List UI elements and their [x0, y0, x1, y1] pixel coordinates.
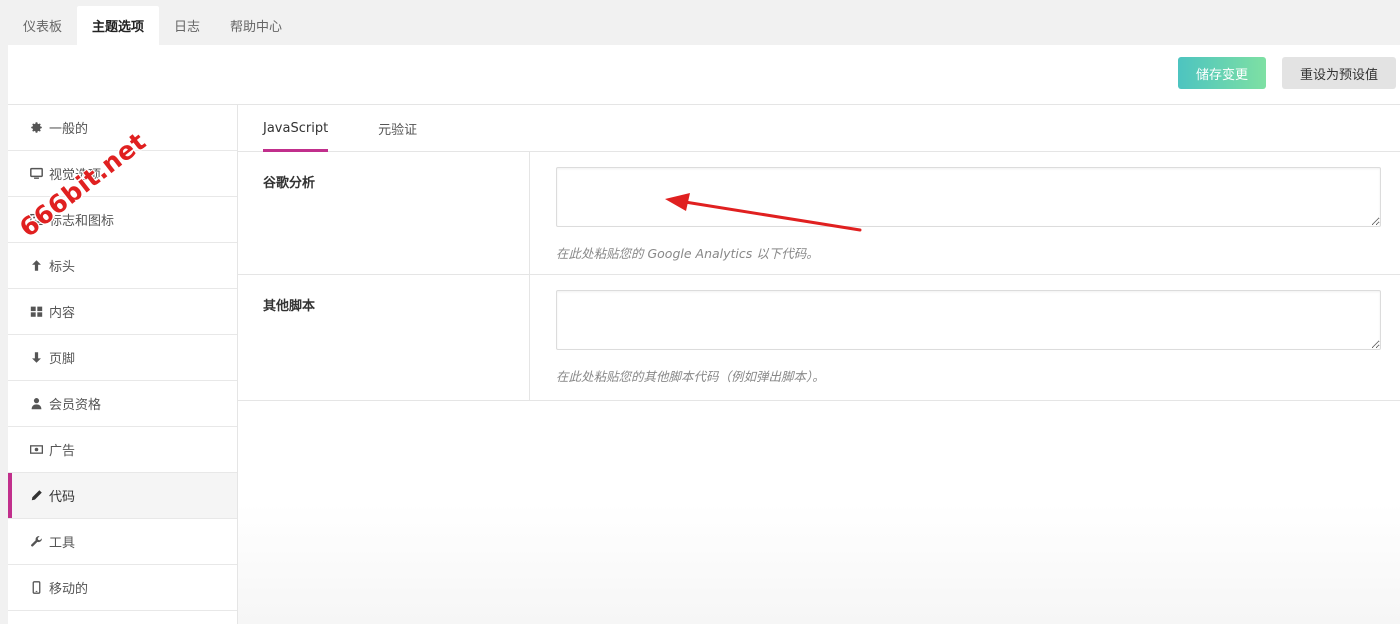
sidebar-item-label: 工具	[49, 536, 76, 551]
sidebar-item-header[interactable]: 标头	[8, 243, 237, 289]
arrow-down-icon	[29, 351, 43, 365]
gear-icon	[29, 121, 43, 135]
tab-meta-verification[interactable]: 元验证	[378, 105, 417, 151]
sidebar-item-ads[interactable]: 广告	[8, 427, 237, 473]
sidebar-item-label: 一般的	[49, 122, 89, 137]
reset-defaults-button[interactable]: 重设为预设值	[1282, 57, 1396, 89]
sidebar-item-content[interactable]: 内容	[8, 289, 237, 335]
wrench-icon	[29, 535, 43, 549]
tab-log[interactable]: 日志	[159, 6, 215, 45]
tab-theme-options[interactable]: 主题选项	[77, 6, 160, 45]
toolbar: 储存变更 重设为预设值	[8, 45, 1400, 105]
sidebar-item-footer[interactable]: 页脚	[8, 335, 237, 381]
user-icon	[29, 397, 43, 411]
arrow-up-icon	[29, 259, 43, 273]
sidebar-item-membership[interactable]: 会员资格	[8, 381, 237, 427]
options-panel: 储存变更 重设为预设值 一般的 视觉选项 标志和图标 标头 内容 页脚 会员资格…	[8, 45, 1400, 624]
other-scripts-row: 其他脚本 在此处粘贴您的其他脚本代码（例如弹出脚本）。	[238, 275, 1400, 401]
analytics-code-input[interactable]	[556, 167, 1381, 227]
sidebar: 一般的 视觉选项 标志和图标 标头 内容 页脚 会员资格 广告 代码 工具 移动…	[8, 105, 238, 624]
sidebar-item-mobile[interactable]: 移动的	[8, 565, 237, 611]
other-scripts-input[interactable]	[556, 290, 1381, 350]
analytics-label: 谷歌分析	[238, 152, 530, 274]
sidebar-item-label: 页脚	[49, 352, 76, 367]
sidebar-item-label: 标头	[49, 260, 76, 275]
sidebar-item-label: 代码	[49, 490, 76, 505]
sidebar-item-label: 内容	[49, 306, 76, 321]
analytics-row: 谷歌分析 在此处粘贴您的 Google Analytics 以下代码。	[238, 152, 1400, 275]
pencil-icon	[29, 489, 43, 503]
other-scripts-help-text: 在此处粘贴您的其他脚本代码（例如弹出脚本）。	[556, 369, 825, 384]
save-button[interactable]: 储存变更	[1178, 57, 1266, 89]
subtab-bar: JavaScript 元验证	[238, 105, 1400, 152]
sidebar-item-label: 移动的	[49, 582, 89, 597]
sidebar-item-tools[interactable]: 工具	[8, 519, 237, 565]
grid-icon	[29, 305, 43, 319]
mobile-icon	[29, 581, 43, 595]
monitor-icon	[29, 167, 43, 181]
analytics-help-text: 在此处粘贴您的 Google Analytics 以下代码。	[556, 246, 819, 261]
tab-javascript[interactable]: JavaScript	[263, 105, 329, 152]
money-icon	[29, 443, 43, 457]
tab-dashboard[interactable]: 仪表板	[8, 6, 77, 45]
tab-help-center[interactable]: 帮助中心	[215, 6, 297, 45]
sidebar-item-label: 广告	[49, 444, 76, 459]
sidebar-item-label: 会员资格	[49, 398, 102, 413]
main-content: JavaScript 元验证 谷歌分析 在此处粘贴您的 Google Analy…	[238, 105, 1400, 624]
other-scripts-label: 其他脚本	[238, 275, 530, 400]
sidebar-item-code[interactable]: 代码	[8, 473, 237, 519]
top-tab-bar: 仪表板 主题选项 日志 帮助中心	[8, 6, 297, 45]
